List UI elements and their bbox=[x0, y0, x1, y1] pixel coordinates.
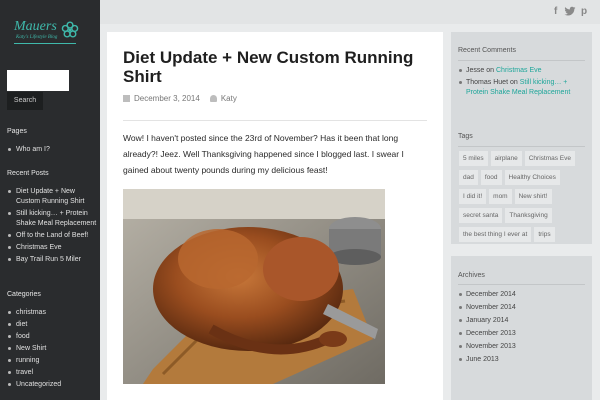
comment-on: on bbox=[486, 67, 495, 74]
tag[interactable]: I did it! bbox=[459, 189, 487, 204]
comment-author: Jesse bbox=[466, 67, 485, 74]
categories-list: christmas diet food New Shirt running tr… bbox=[7, 308, 97, 392]
tag[interactable]: New shirt! bbox=[514, 189, 552, 204]
category-link[interactable]: diet bbox=[7, 320, 97, 330]
comment-item: Thomas Huet on Still kicking… + Protein … bbox=[458, 78, 586, 98]
categories-heading: Categories bbox=[7, 291, 41, 298]
comments-list: Jesse on Christmas Eve Thomas Huet on St… bbox=[458, 66, 586, 98]
logo-title: Mauers bbox=[14, 19, 57, 34]
tag[interactable]: Thanksgiving bbox=[505, 208, 552, 223]
category-link[interactable]: New Shirt bbox=[7, 344, 97, 354]
left-sidebar: Mauers Katy's Lifestyle Blog Search Page… bbox=[0, 0, 100, 400]
archives-widget: Archives December 2014 November 2014 Jan… bbox=[451, 256, 592, 400]
recent-posts-heading: Recent Posts bbox=[7, 170, 49, 177]
archives-heading: Archives bbox=[458, 272, 485, 279]
calendar-icon bbox=[123, 95, 130, 102]
comment-item: Jesse on Christmas Eve bbox=[458, 66, 586, 76]
turkey-photo bbox=[123, 189, 385, 384]
divider bbox=[458, 284, 585, 285]
archive-link[interactable]: November 2013 bbox=[458, 342, 586, 352]
comment-on: on bbox=[509, 79, 518, 86]
recent-post-link[interactable]: Bay Trail Run 5 Miler bbox=[7, 255, 97, 265]
pages-list: Who am I? bbox=[7, 145, 97, 157]
tag[interactable]: dad bbox=[459, 170, 478, 185]
category-link[interactable]: Uncategorized bbox=[7, 380, 97, 390]
tag[interactable]: Christmas Eve bbox=[524, 151, 575, 166]
tag[interactable]: food bbox=[480, 170, 502, 185]
category-link[interactable]: running bbox=[7, 356, 97, 366]
tag[interactable]: trips bbox=[534, 227, 555, 242]
site-logo[interactable]: Mauers Katy's Lifestyle Blog bbox=[14, 20, 82, 46]
recent-comments-widget: Recent Comments Jesse on Christmas Eve T… bbox=[451, 32, 592, 125]
category-link[interactable]: travel bbox=[7, 368, 97, 378]
tag[interactable]: mom bbox=[489, 189, 512, 204]
post-card: Diet Update + New Custom Running Shirt D… bbox=[107, 32, 443, 400]
archive-link[interactable]: December 2014 bbox=[458, 290, 586, 300]
twitter-icon[interactable] bbox=[564, 6, 576, 17]
sidebar-item-who-am-i[interactable]: Who am I? bbox=[7, 145, 97, 155]
pages-heading: Pages bbox=[7, 128, 27, 135]
divider bbox=[458, 146, 585, 147]
tag[interactable]: 5 miles bbox=[459, 151, 488, 166]
recent-post-link[interactable]: Diet Update + New Custom Running Shirt bbox=[7, 187, 97, 207]
archive-link[interactable]: December 2013 bbox=[458, 329, 586, 339]
archive-link[interactable]: June 2013 bbox=[458, 355, 586, 365]
comment-author: Thomas Huet bbox=[466, 79, 509, 86]
search-button[interactable]: Search bbox=[7, 92, 43, 110]
post-date[interactable]: December 3, 2014 bbox=[134, 94, 200, 103]
recent-post-link[interactable]: Christmas Eve bbox=[7, 243, 97, 253]
user-icon bbox=[209, 95, 217, 102]
category-link[interactable]: food bbox=[7, 332, 97, 342]
flower-icon bbox=[61, 21, 79, 38]
archives-list: December 2014 November 2014 January 2014… bbox=[458, 290, 586, 368]
tag[interactable]: Healthy Choices bbox=[504, 170, 560, 185]
divider bbox=[123, 120, 427, 121]
tags-heading: Tags bbox=[458, 133, 473, 140]
archive-link[interactable]: November 2014 bbox=[458, 303, 586, 313]
top-bar: f p bbox=[100, 0, 600, 24]
search-input[interactable] bbox=[7, 70, 69, 91]
tag[interactable]: secret santa bbox=[459, 208, 503, 223]
recent-posts-list: Diet Update + New Custom Running Shirt S… bbox=[7, 187, 97, 267]
facebook-icon[interactable]: f bbox=[554, 6, 557, 17]
divider bbox=[458, 60, 585, 61]
tag[interactable]: the best thing I ever at bbox=[459, 227, 532, 242]
post-meta: December 3, 2014 Katy bbox=[123, 94, 237, 103]
recent-post-link[interactable]: Off to the Land of Beef! bbox=[7, 231, 97, 241]
pinterest-icon[interactable]: p bbox=[581, 6, 587, 17]
post-author[interactable]: Katy bbox=[221, 94, 237, 103]
post-title[interactable]: Diet Update + New Custom Running Shirt bbox=[123, 48, 423, 86]
post-body: Wow! I haven't posted since the 23rd of … bbox=[123, 133, 404, 175]
tag[interactable]: airplane bbox=[490, 151, 522, 166]
recent-comments-heading: Recent Comments bbox=[458, 47, 516, 54]
comment-post-link[interactable]: Christmas Eve bbox=[496, 67, 542, 74]
logo-underline bbox=[14, 43, 76, 44]
archive-link[interactable]: January 2014 bbox=[458, 316, 586, 326]
tags-widget: Tags 5 miles airplane Christmas Eve dad … bbox=[451, 118, 592, 244]
logo-subtitle: Katy's Lifestyle Blog bbox=[16, 35, 58, 40]
category-link[interactable]: christmas bbox=[7, 308, 97, 318]
recent-post-link[interactable]: Still kicking… + Protein Shake Meal Repl… bbox=[7, 209, 97, 229]
tag-cloud: 5 miles airplane Christmas Eve dad food … bbox=[459, 151, 587, 242]
